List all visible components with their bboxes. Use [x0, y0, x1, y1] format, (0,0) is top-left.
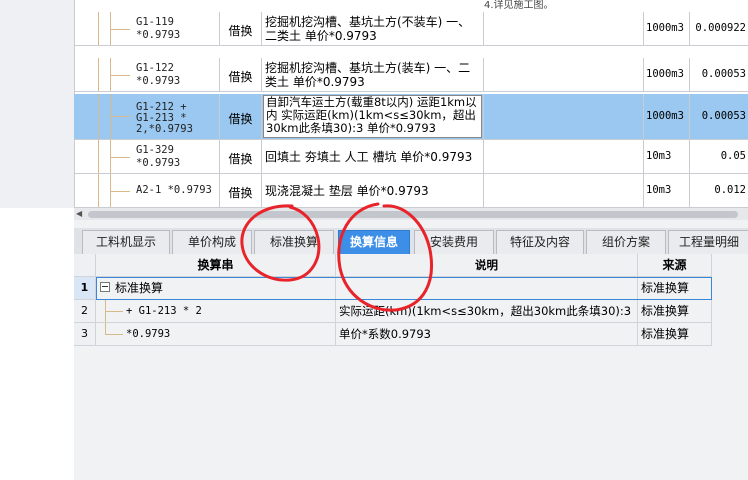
top-note: 4.详见施工图。 [484, 0, 554, 11]
header-expr: 换算串 [96, 254, 336, 277]
row-number: 3 [74, 323, 96, 346]
quota-code: G1-119 *0.9793 [136, 16, 181, 41]
expr-value: + G1-213 * 2 [126, 305, 202, 317]
horizontal-scrollbar[interactable]: ◀ [74, 208, 748, 220]
quota-row[interactable]: G1-119 *0.9793 借换 挖掘机挖沟槽、基坑土方(不装车) 一、二类土… [74, 12, 748, 46]
desc-cell-editing[interactable]: 自卸汽车运土方(载重8t以内) 运距1km以内 实际运距(km)(1km<s≤3… [262, 94, 484, 139]
tab-quantity-detail[interactable]: 工程量明细 [668, 230, 748, 254]
blank-cell [484, 174, 644, 207]
unit-cell: 1000m3 [644, 12, 690, 45]
tab-unit-price[interactable]: 单价构成 [172, 230, 252, 254]
type-cell: 借换 [220, 174, 262, 207]
type-cell: 借换 [220, 140, 262, 173]
qty-cell: 0.000922 [695, 22, 746, 34]
tab-standard-conversion[interactable]: 标准换算 [254, 230, 334, 254]
scroll-left-icon[interactable]: ◀ [76, 209, 82, 218]
lower-left-margin [0, 220, 74, 480]
qty-cell: 0.00053 [701, 68, 746, 80]
unit-cell: 10m3 [644, 174, 690, 207]
tree-cell: G1-212 + G1-213 * 2,*0.9793 [74, 94, 220, 139]
tab-bar: 工料机显示 单价构成 标准换算 换算信息 安装费用 特征及内容 组价方案 工程量… [74, 228, 748, 254]
desc-cell[interactable]: 现浇混凝土 垫层 单价*0.9793 [262, 174, 484, 207]
table-row[interactable]: 1 标准换算 标准换算 [74, 277, 712, 300]
desc-cell[interactable]: 挖掘机挖沟槽、基坑土方(装车) 一、二类土 单价*0.9793 [262, 58, 484, 91]
current-row-frame [96, 277, 712, 300]
quota-code: G1-329 *0.9793 [136, 144, 181, 169]
desc-cell[interactable]: 回填土 夯填土 人工 槽坑 单价*0.9793 [262, 140, 484, 173]
quota-row[interactable]: A2-1 *0.9793 借换 现浇混凝土 垫层 单价*0.9793 10m3 … [74, 174, 748, 208]
type-cell: 借换 [220, 12, 262, 45]
quota-code: G1-122 *0.9793 [136, 62, 181, 87]
blank-cell [484, 140, 644, 173]
desc-editor[interactable]: 自卸汽车运土方(载重8t以内) 运距1km以内 实际运距(km)(1km<s≤3… [263, 95, 482, 138]
desc-value: 实际运距(km)(1km<s≤30km，超出30km此条填30):3 [336, 300, 638, 323]
blank-cell [484, 12, 644, 45]
quota-row[interactable]: G1-122 *0.9793 借换 挖掘机挖沟槽、基坑土方(装车) 一、二类土 … [74, 58, 748, 92]
tree-cell: G1-119 *0.9793 [74, 12, 220, 45]
expr-value: *0.9793 [126, 328, 171, 340]
upper-quota-table: 4.详见施工图。 G1-119 *0.9793 借换 挖掘机挖沟槽、基坑土方(不… [0, 0, 748, 208]
quota-row-selected[interactable]: G1-212 + G1-213 * 2,*0.9793 借换 自卸汽车运土方(载… [74, 94, 748, 140]
table-row[interactable]: 3 *0.9793 单价*系数0.9793 标准换算 [74, 323, 712, 346]
tab-conversion-info[interactable]: 换算信息 [338, 230, 410, 254]
blank-cell [484, 58, 644, 91]
qty-cell: 0.012 [714, 184, 746, 196]
unit-cell: 1000m3 [644, 58, 690, 91]
source-value: 标准换算 [638, 300, 712, 323]
blank-cell [484, 94, 644, 139]
tree-cell: A2-1 *0.9793 [74, 174, 220, 207]
tab-labor-material[interactable]: 工料机显示 [82, 230, 170, 254]
tab-pricing-plan[interactable]: 组价方案 [586, 230, 666, 254]
tree-cell: G1-122 *0.9793 [74, 58, 220, 91]
type-cell: 借换 [220, 94, 262, 139]
quota-row[interactable]: G1-329 *0.9793 借换 回填土 夯填土 人工 槽坑 单价*0.979… [74, 140, 748, 174]
qty-cell: 0.00053 [690, 94, 748, 139]
quota-code: G1-212 + G1-213 * 2,*0.9793 [136, 101, 193, 135]
qty-cell: 0.05 [720, 150, 746, 162]
quota-code: A2-1 *0.9793 [136, 184, 212, 196]
row-header-column [0, 0, 75, 208]
tab-install-fee[interactable]: 安装费用 [414, 230, 494, 254]
row-number: 2 [74, 300, 96, 323]
unit-cell: 10m3 [644, 140, 690, 173]
table-row[interactable]: 2 + G1-213 * 2 实际运距(km)(1km<s≤30km，超出30k… [74, 300, 712, 323]
header-desc: 说明 [336, 254, 638, 277]
header-source: 来源 [638, 254, 712, 277]
row-number: 1 [74, 277, 96, 300]
source-value: 标准换算 [638, 323, 712, 346]
tree-cell: G1-329 *0.9793 [74, 140, 220, 173]
type-cell: 借换 [220, 58, 262, 91]
tab-features[interactable]: 特征及内容 [496, 230, 584, 254]
grid-header: 换算串 说明 来源 [74, 254, 712, 277]
desc-cell[interactable]: 挖掘机挖沟槽、基坑土方(不装车) 一、二类土 单价*0.9793 [262, 12, 484, 45]
unit-cell: 1000m3 [644, 94, 690, 139]
scrollbar-thumb[interactable] [88, 211, 738, 218]
desc-value: 单价*系数0.9793 [336, 323, 638, 346]
